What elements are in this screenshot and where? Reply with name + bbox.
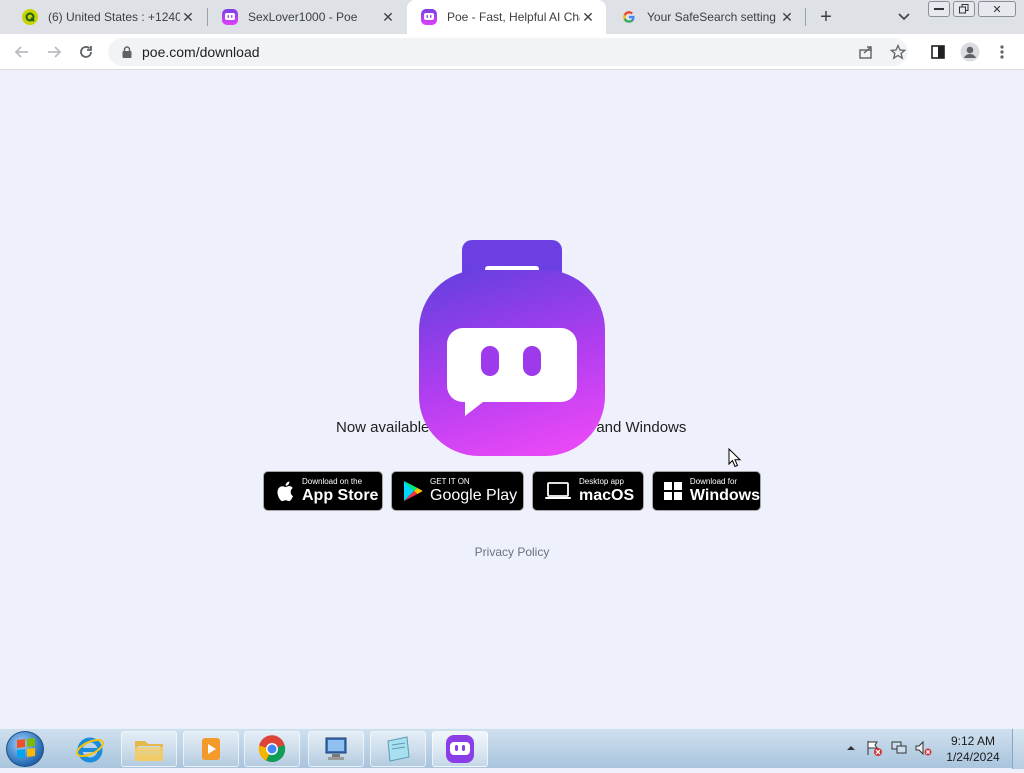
address-bar[interactable]: poe.com/download	[108, 38, 908, 66]
store-small-text: GET IT ON	[430, 477, 470, 486]
tab-safesearch[interactable]: Your SafeSearch setting ✕	[607, 0, 805, 34]
restore-button[interactable]	[953, 1, 975, 17]
volume-muted-icon[interactable]	[914, 739, 932, 757]
poe-icon	[421, 9, 437, 25]
mouse-cursor-icon	[728, 448, 742, 468]
availability-text-left: Now available	[336, 419, 430, 436]
tab-strip: (6) United States : +1240 ✕ SexLover1000…	[0, 0, 1024, 34]
minimize-button[interactable]	[928, 1, 950, 17]
store-big-text: Windows	[689, 487, 760, 504]
tab-quora[interactable]: (6) United States : +1240 ✕	[8, 0, 206, 34]
windows-taskbar: 9:12 AM 1/24/2024	[0, 728, 1024, 769]
clock-date: 1/24/2024	[946, 750, 1000, 764]
more-menu-icon[interactable]	[990, 40, 1014, 64]
new-tab-button[interactable]: +	[814, 6, 838, 28]
store-big-text: Google Play	[430, 487, 518, 504]
clock-time: 9:12 AM	[950, 734, 996, 748]
tab-title: SexLover1000 - Poe	[248, 10, 358, 24]
close-tab-icon[interactable]: ✕	[580, 9, 596, 25]
show-desktop-button[interactable]	[1012, 729, 1024, 769]
poe-taskbar-icon[interactable]	[432, 731, 488, 767]
chrome-icon[interactable]	[244, 731, 300, 767]
windows-icon	[663, 479, 684, 503]
profile-avatar-icon[interactable]	[958, 40, 982, 64]
privacy-policy-link[interactable]: Privacy Policy	[0, 545, 1024, 559]
media-player-icon[interactable]	[183, 731, 239, 767]
lock-icon[interactable]	[120, 45, 134, 59]
store-big-text: App Store	[302, 487, 379, 504]
macos-download-button[interactable]: Desktop app macOS	[532, 471, 644, 511]
tab-title: Your SafeSearch setting	[647, 10, 776, 24]
store-small-text: Download for	[689, 477, 738, 486]
tab-search-chevron-icon[interactable]	[894, 7, 914, 27]
side-panel-icon[interactable]	[926, 40, 950, 64]
close-tab-icon[interactable]: ✕	[180, 9, 196, 25]
poe-icon	[222, 9, 238, 25]
apple-icon	[274, 479, 296, 503]
store-small-text: Download on the	[302, 477, 363, 486]
close-tab-icon[interactable]: ✕	[779, 9, 795, 25]
laptop-icon	[543, 479, 573, 503]
tab-title: (6) United States : +1240	[48, 10, 180, 24]
tab-divider	[805, 8, 806, 26]
windows-download-button[interactable]: Download for Windows	[652, 471, 761, 511]
poe-logo-icon	[419, 240, 605, 456]
google-play-button[interactable]: GET IT ON Google Play	[391, 471, 524, 511]
action-center-flag-icon[interactable]	[865, 739, 883, 757]
system-clock[interactable]: 9:12 AM 1/24/2024	[940, 733, 1006, 765]
network-icon[interactable]	[890, 739, 908, 757]
forward-arrow-icon[interactable]	[42, 40, 66, 64]
close-tab-icon[interactable]: ✕	[380, 9, 396, 25]
remote-desktop-icon[interactable]	[308, 731, 364, 767]
app-store-button[interactable]: Download on the App Store	[263, 471, 383, 511]
url-text: poe.com/download	[142, 44, 260, 60]
google-icon	[621, 9, 637, 25]
internet-explorer-icon[interactable]	[62, 731, 118, 767]
tab-poe-chat[interactable]: SexLover1000 - Poe ✕	[208, 0, 406, 34]
google-play-icon	[402, 479, 424, 503]
share-icon[interactable]	[854, 40, 878, 64]
store-buttons: Download on the App Store GET IT ON Goog…	[0, 471, 1024, 511]
store-big-text: macOS	[579, 487, 635, 504]
store-small-text: Desktop app	[579, 477, 624, 486]
close-window-button[interactable]: ✕	[978, 1, 1016, 17]
show-hidden-icons-icon[interactable]	[842, 739, 860, 757]
reload-icon[interactable]	[74, 40, 98, 64]
quora-icon	[22, 9, 38, 25]
download-page: Now available , and Windows Download on …	[0, 71, 1024, 728]
browser-toolbar: poe.com/download	[0, 34, 1024, 70]
bookmark-star-icon[interactable]	[886, 40, 910, 64]
file-explorer-icon[interactable]	[121, 731, 177, 767]
back-arrow-icon[interactable]	[10, 40, 34, 64]
tab-title: Poe - Fast, Helpful AI Cha	[447, 10, 580, 24]
start-button[interactable]	[6, 731, 44, 767]
notepad-icon[interactable]	[370, 731, 426, 767]
tab-poe-download[interactable]: Poe - Fast, Helpful AI Cha ✕	[407, 0, 606, 34]
